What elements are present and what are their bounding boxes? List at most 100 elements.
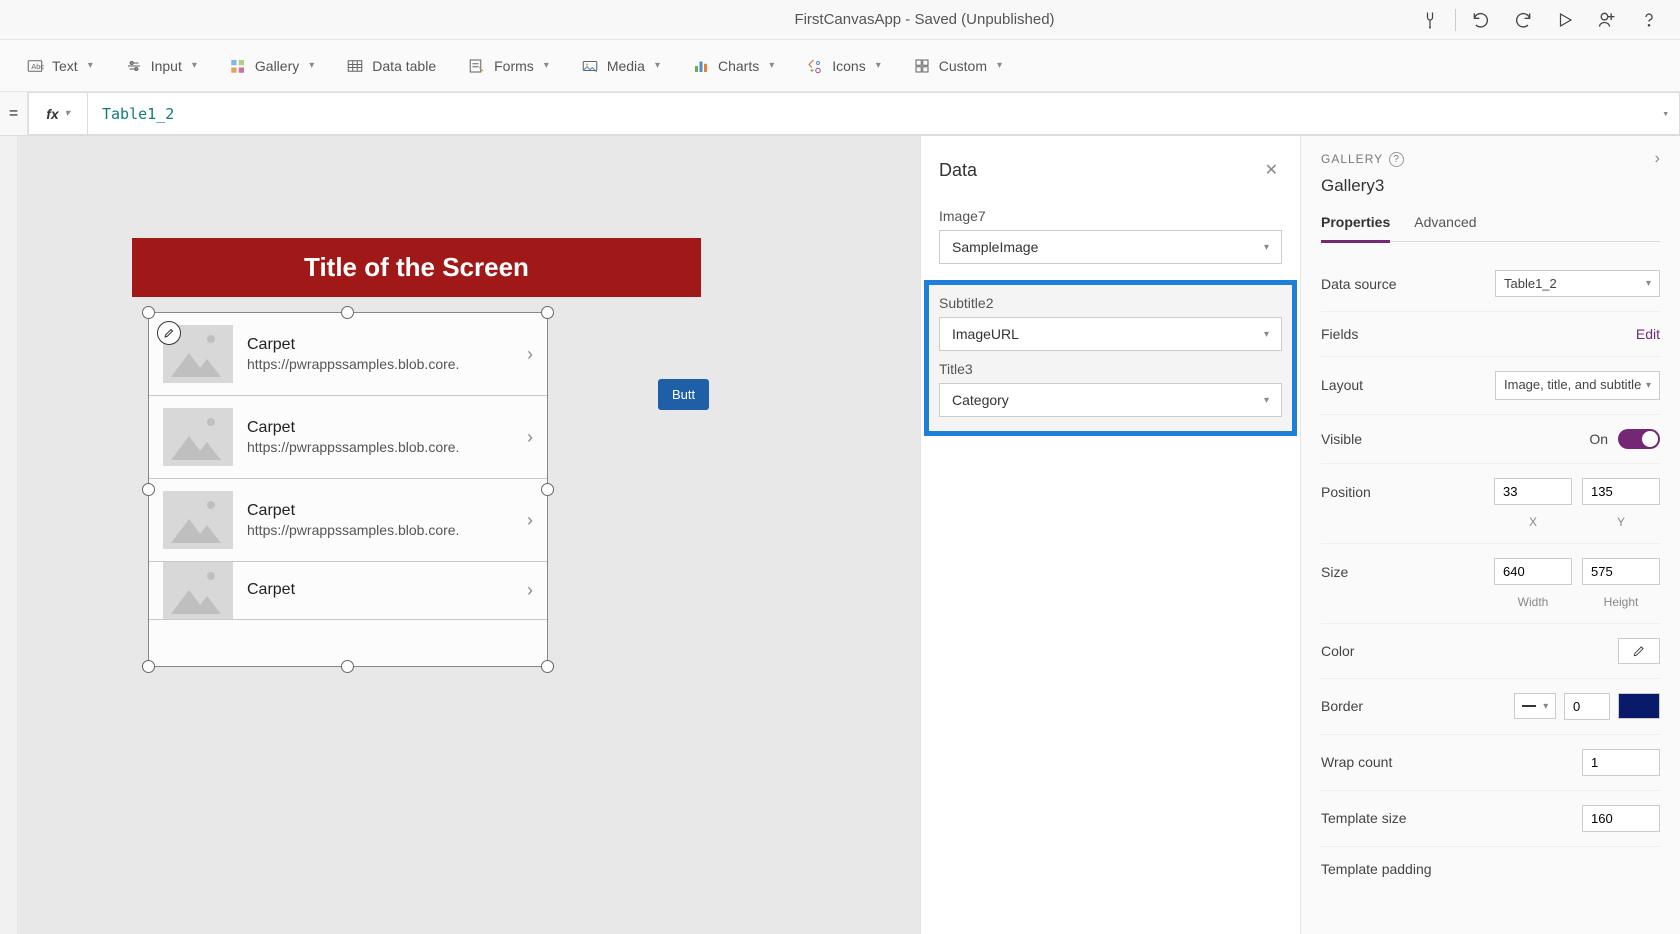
gallery-text: Carpet https://pwrappssamples.blob.core. <box>247 419 513 455</box>
ribbon-input-label: Input <box>151 58 182 74</box>
data-field-value: SampleImage <box>952 239 1038 255</box>
selection-handle[interactable] <box>142 483 155 496</box>
tab-advanced[interactable]: Advanced <box>1414 210 1476 241</box>
height-input[interactable] <box>1582 558 1660 585</box>
selection-handle[interactable] <box>541 660 554 673</box>
gallery-item[interactable]: Carpet https://pwrappssamples.blob.core.… <box>149 396 547 479</box>
gallery-item-title: Carpet <box>247 581 513 599</box>
help-icon[interactable] <box>1628 0 1670 40</box>
ribbon-forms[interactable]: Forms ▾ <box>454 51 563 81</box>
gallery-thumb <box>163 408 233 466</box>
canvas[interactable]: Title of the Screen Butt Carpet https://… <box>18 136 920 934</box>
datasource-value: Table1_2 <box>1504 276 1557 291</box>
undo-icon[interactable] <box>1460 0 1502 40</box>
prop-label: Template padding <box>1321 861 1432 877</box>
tab-properties[interactable]: Properties <box>1321 210 1390 243</box>
properties-panel: GALLERY ? › Gallery3 Properties Advanced… <box>1300 136 1680 934</box>
formula-expand-icon[interactable]: ▾ <box>1662 107 1669 120</box>
chevron-down-icon: ▾ <box>1646 380 1651 391</box>
prop-position: Position X Y <box>1321 464 1660 544</box>
prop-label: Visible <box>1321 431 1362 447</box>
data-field-value: ImageURL <box>952 326 1019 342</box>
ribbon-charts[interactable]: Charts ▾ <box>678 51 788 81</box>
chevron-right-icon[interactable]: › <box>527 510 533 531</box>
height-label: Height <box>1582 595 1660 609</box>
selection-handle[interactable] <box>541 306 554 319</box>
templatesize-input[interactable] <box>1582 805 1660 832</box>
gallery-item[interactable]: Carpet › <box>149 562 547 620</box>
border-width-input[interactable] <box>1564 693 1610 720</box>
prop-label: Layout <box>1321 377 1363 393</box>
ribbon-text[interactable]: Abc Text ▾ <box>12 51 107 81</box>
data-field-image: Image7 SampleImage ▾ <box>939 208 1282 264</box>
width-input[interactable] <box>1494 558 1572 585</box>
control-name: Gallery3 <box>1321 176 1660 196</box>
prop-label: Size <box>1321 558 1348 580</box>
selection-handle[interactable] <box>341 306 354 319</box>
prop-fields: Fields Edit <box>1321 312 1660 357</box>
prop-color: Color <box>1321 624 1660 679</box>
gallery-item-title: Carpet <box>247 336 513 354</box>
gallery-thumb <box>163 491 233 549</box>
chevron-down-icon: ▾ <box>997 60 1002 71</box>
width-label: Width <box>1494 595 1572 609</box>
ribbon-icons[interactable]: Icons ▾ <box>792 51 895 81</box>
gallery-item[interactable]: Carpet https://pwrappssamples.blob.core.… <box>149 313 547 396</box>
redo-icon[interactable] <box>1502 0 1544 40</box>
data-field-label: Image7 <box>939 208 1282 224</box>
formula-input[interactable]: Table1_2 ▾ <box>88 92 1680 135</box>
data-field-title: Title3 Category ▾ <box>939 361 1282 417</box>
chevron-right-icon[interactable]: › <box>1655 150 1660 168</box>
border-style-select[interactable]: ▾ <box>1514 693 1556 719</box>
ribbon-media-label: Media <box>607 58 645 74</box>
chevron-down-icon: ▾ <box>309 60 314 71</box>
visible-toggle[interactable] <box>1618 429 1660 449</box>
selection-handle[interactable] <box>142 306 155 319</box>
border-color-swatch[interactable] <box>1618 693 1660 719</box>
screen: Title of the Screen <box>132 238 701 297</box>
datasource-select[interactable]: Table1_2 ▾ <box>1495 270 1660 297</box>
prop-label: Wrap count <box>1321 754 1392 770</box>
close-icon[interactable]: ✕ <box>1261 156 1282 184</box>
ribbon-datatable[interactable]: Data table <box>332 51 450 81</box>
gallery-item[interactable]: Carpet https://pwrappssamples.blob.core.… <box>149 479 547 562</box>
screen-title: Title of the Screen <box>132 238 701 297</box>
ribbon-gallery[interactable]: Gallery ▾ <box>215 51 328 81</box>
prop-label: Position <box>1321 478 1371 500</box>
data-field-select-title[interactable]: Category ▾ <box>939 383 1282 417</box>
fx-button[interactable]: fx ▾ <box>28 92 88 135</box>
selection-handle[interactable] <box>142 660 155 673</box>
share-icon[interactable] <box>1586 0 1628 40</box>
layout-select[interactable]: Image, title, and subtitle ▾ <box>1495 371 1660 400</box>
fields-edit-link[interactable]: Edit <box>1636 326 1660 342</box>
chevron-down-icon: ▾ <box>1264 242 1269 253</box>
ribbon-media[interactable]: Media ▾ <box>567 51 674 81</box>
data-field-select-subtitle[interactable]: ImageURL ▾ <box>939 317 1282 351</box>
ribbon-input[interactable]: Input ▾ <box>111 51 211 81</box>
divider <box>1455 9 1456 31</box>
app-checker-icon[interactable] <box>1409 0 1451 40</box>
charts-icon <box>692 57 710 75</box>
position-y-input[interactable] <box>1582 478 1660 505</box>
insert-ribbon: Abc Text ▾ Input ▾ Gallery ▾ Data table … <box>0 40 1680 92</box>
svg-text:Abc: Abc <box>31 62 44 71</box>
chevron-right-icon[interactable]: › <box>527 344 533 365</box>
forms-icon <box>468 57 486 75</box>
color-swatch[interactable] <box>1618 638 1660 664</box>
data-field-select-image[interactable]: SampleImage ▾ <box>939 230 1282 264</box>
gallery-control[interactable]: Carpet https://pwrappssamples.blob.core.… <box>148 312 548 667</box>
position-x-input[interactable] <box>1494 478 1572 505</box>
wrapcount-input[interactable] <box>1582 749 1660 776</box>
edit-pencil-icon[interactable] <box>157 321 181 345</box>
chevron-right-icon[interactable]: › <box>527 427 533 448</box>
chevron-right-icon[interactable]: › <box>527 580 533 601</box>
left-rail[interactable] <box>0 136 18 934</box>
selection-handle[interactable] <box>341 660 354 673</box>
highlighted-fields: Subtitle2 ImageURL ▾ Title3 Category ▾ <box>924 280 1297 436</box>
help-icon[interactable]: ? <box>1389 152 1404 167</box>
canvas-button[interactable]: Butt <box>658 379 709 410</box>
play-icon[interactable] <box>1544 0 1586 40</box>
media-icon <box>581 57 599 75</box>
ribbon-custom[interactable]: Custom ▾ <box>899 51 1016 81</box>
selection-handle[interactable] <box>541 483 554 496</box>
